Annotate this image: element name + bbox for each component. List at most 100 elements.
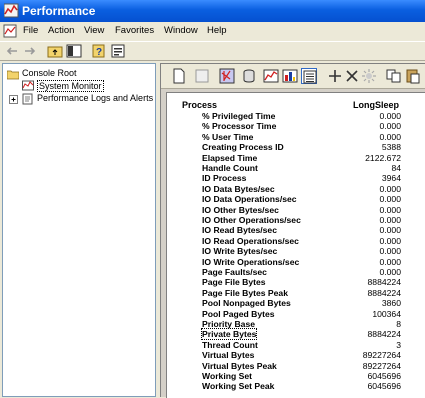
counter-row[interactable]: Elapsed Time 2122.672 (167, 153, 422, 163)
menu-help[interactable]: Help (207, 25, 227, 36)
expand-plus-icon[interactable] (8, 94, 20, 106)
new-counter-set-icon[interactable] (171, 68, 187, 84)
counter-name: Creating Process ID (202, 142, 284, 153)
counter-name: Page File Bytes Peak (202, 287, 288, 298)
view-current-activity-icon[interactable] (219, 68, 235, 84)
counter-value: 3964 (381, 173, 401, 184)
counter-row[interactable]: % Privileged Time 0.000 (167, 111, 422, 121)
counter-value: 0.000 (379, 121, 401, 132)
up-folder-icon[interactable] (47, 43, 63, 59)
counter-name: IO Other Operations/sec (202, 215, 301, 225)
delete-counter-icon[interactable] (344, 68, 360, 84)
system-monitor-pane: Process LongSleep % Privileged Time 0.000… (160, 63, 425, 398)
counter-row[interactable]: IO Other Operations/sec 0.000 (167, 215, 422, 225)
counter-row[interactable]: Page Faults/sec 0.000 (167, 267, 422, 277)
folder-icon (7, 70, 19, 80)
counter-name: IO Read Operations/sec (202, 235, 299, 246)
counter-name: Priority Base (202, 319, 256, 329)
counter-row[interactable]: IO Other Bytes/sec 0.000 (167, 205, 422, 215)
performance-app-icon (4, 3, 19, 18)
counter-row[interactable]: Working Set Peak 6045696 (167, 381, 422, 391)
menu-view[interactable]: View (84, 25, 104, 36)
counter-row[interactable]: IO Read Bytes/sec 0.000 (167, 225, 422, 235)
counter-value: 0.000 (379, 246, 401, 257)
counter-name: IO Data Operations/sec (202, 194, 297, 205)
counter-name: % Processor Time (202, 121, 277, 132)
counter-row[interactable]: Page File Bytes Peak 8884224 (167, 288, 422, 298)
counter-name: Virtual Bytes (202, 350, 255, 361)
show-hide-tree-icon[interactable] (66, 43, 82, 59)
tree-node-performance-logs[interactable]: Performance Logs and Alerts (37, 93, 153, 103)
counter-value: 89227264 (362, 350, 401, 361)
counter-value: 3 (396, 339, 401, 350)
counter-name: IO Write Bytes/sec (202, 246, 278, 257)
view-log-data-icon[interactable] (241, 68, 257, 84)
counter-row[interactable]: Private Bytes 8884224 (167, 328, 422, 341)
counter-row[interactable]: % Processor Time 0.000 (167, 121, 422, 131)
counter-row[interactable]: Virtual Bytes Peak 89227264 (167, 361, 422, 371)
report-instance-header: LongSleep (353, 100, 400, 110)
counter-value: 0.000 (379, 225, 401, 236)
svg-text:?: ? (96, 47, 102, 58)
counter-row[interactable]: IO Read Operations/sec 0.000 (167, 236, 422, 246)
view-graph-icon[interactable] (263, 68, 279, 84)
system-menu-icon[interactable] (3, 24, 17, 38)
counter-name: Page Faults/sec (202, 267, 267, 277)
highlight-icon[interactable] (361, 68, 377, 84)
counter-value: 0.000 (379, 131, 401, 142)
menu-window[interactable]: Window (164, 25, 198, 36)
counter-row[interactable]: Virtual Bytes 89227264 (167, 350, 422, 360)
counter-value: 84 (391, 163, 401, 173)
counter-name: Pool Nonpaged Bytes (202, 298, 291, 309)
title-bar[interactable]: Performance (0, 0, 425, 22)
forward-icon[interactable] (22, 43, 38, 59)
counter-name: Pool Paged Bytes (202, 308, 275, 319)
counter-row[interactable]: Handle Count 84 (167, 163, 422, 173)
menu-action[interactable]: Action (48, 25, 74, 36)
counter-value: 5388 (381, 142, 401, 153)
counter-row[interactable]: % User Time 0.000 (167, 132, 422, 142)
counter-value: 8884224 (367, 329, 401, 340)
counter-row[interactable]: ID Process 3964 (167, 173, 422, 183)
system-monitor-icon (22, 80, 34, 91)
counter-name: IO Write Operations/sec (202, 256, 300, 267)
counter-name: % Privileged Time (202, 111, 276, 121)
counter-row[interactable]: IO Write Bytes/sec 0.000 (167, 246, 422, 256)
counter-row[interactable]: Page File Bytes 8884224 (167, 277, 422, 287)
clear-display-icon[interactable] (194, 68, 210, 84)
counter-value: 100364 (372, 308, 401, 319)
tree-node-system-monitor[interactable]: System Monitor (37, 80, 104, 92)
menu-file[interactable]: File (23, 25, 38, 36)
properties-icon[interactable] (110, 43, 126, 59)
counter-row[interactable]: Working Set 6045696 (167, 371, 422, 381)
report-view[interactable]: Process LongSleep % Privileged Time 0.000… (166, 92, 425, 398)
help-icon[interactable]: ? (91, 43, 107, 59)
counter-value: 89227264 (362, 360, 401, 371)
back-icon[interactable] (4, 43, 20, 59)
counter-value: 0.000 (379, 267, 401, 277)
counter-row[interactable]: IO Write Operations/sec 0.000 (167, 257, 422, 267)
view-report-icon[interactable] (301, 68, 317, 84)
counter-row[interactable]: IO Data Bytes/sec 0.000 (167, 184, 422, 194)
counter-row[interactable]: Priority Base 8 (167, 319, 422, 329)
counter-row[interactable]: IO Data Operations/sec 0.000 (167, 194, 422, 204)
counter-row[interactable]: Pool Nonpaged Bytes 3860 (167, 298, 422, 308)
counter-value: 6045696 (367, 381, 401, 392)
counter-value: 0.000 (379, 194, 401, 205)
counter-value: 3860 (381, 298, 401, 309)
tree-node-console-root[interactable]: Console Root (22, 68, 77, 78)
monitor-toolbar (161, 64, 425, 89)
counter-name: Working Set Peak (202, 381, 275, 392)
view-histogram-icon[interactable] (282, 68, 298, 84)
add-counter-icon[interactable] (327, 68, 343, 84)
console-tree: Console Root System Monitor Performance … (2, 63, 156, 397)
counter-name: IO Data Bytes/sec (202, 183, 275, 194)
counter-row[interactable]: Creating Process ID 5388 (167, 142, 422, 152)
menu-favorites[interactable]: Favorites (115, 25, 154, 36)
copy-properties-icon[interactable] (386, 68, 402, 84)
paste-counter-list-icon[interactable] (405, 68, 421, 84)
counter-name: IO Other Bytes/sec (202, 204, 279, 215)
counter-row[interactable]: Thread Count 3 (167, 340, 422, 350)
counter-name: Elapsed Time (202, 152, 258, 163)
counter-row[interactable]: Pool Paged Bytes 100364 (167, 309, 422, 319)
